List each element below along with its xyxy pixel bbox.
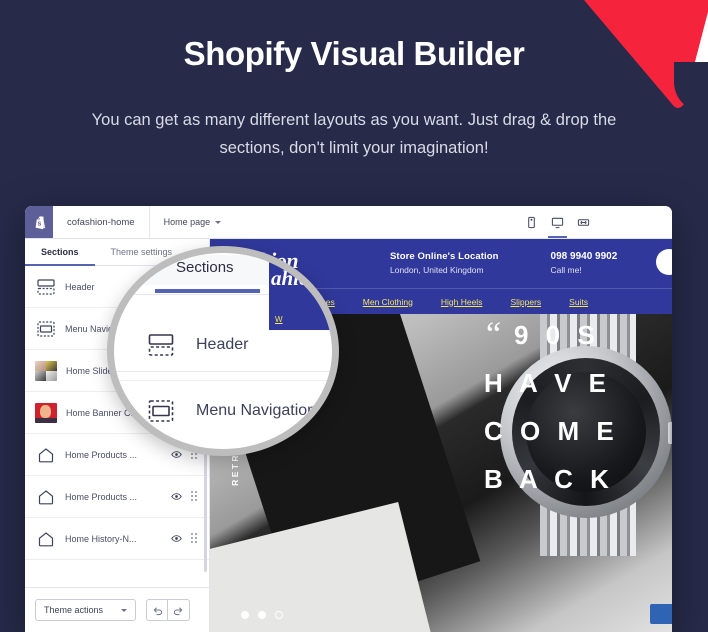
carousel-dot[interactable] [275,611,283,619]
magnifier-lens: Sections Th Header Menu Navigation ahion… [107,246,339,456]
header-block-icon [148,333,174,357]
page-selector[interactable]: Home page [150,206,236,238]
hero-line-4: B A C K [484,464,614,494]
store-phone-number: 098 9940 9902 [550,251,618,262]
undo-button[interactable] [146,599,169,621]
editor-topbar: S cofashion-home Home page [25,206,672,239]
shop-name[interactable]: cofashion-home [53,206,150,238]
theme-actions-label: Theme actions [44,605,104,615]
page-title: Shopify Visual Builder [183,35,525,72]
preview-action-button[interactable] [650,604,672,624]
hero-headline-group: “ 9 0 S H A V E C O M E B A C K [458,316,672,516]
nav-link-men-clothing[interactable]: Men Clothing [363,297,413,307]
store-location-title: Store Online's Location [390,251,499,262]
menu-block-icon [35,319,56,338]
store-location-block: Store Online's Location London, United K… [390,251,499,275]
menu-block-icon [148,399,174,423]
mobile-view-icon[interactable] [525,216,538,229]
magnifier-ring: Sections Th Header Menu Navigation ahion… [107,246,339,456]
nav-link-slippers[interactable]: Slippers [510,297,541,307]
hero-line-2: H A V E [484,368,611,398]
nav-link-suits[interactable]: Suits [569,297,588,307]
chevron-down-icon [215,220,222,224]
magnified-store-logo: ahion [271,266,322,290]
store-phone-caption: Call me! [550,265,582,275]
home-icon [35,529,56,548]
shopify-logo-icon[interactable]: S [25,206,53,238]
page-subtitle: You can get as many different layouts as… [91,110,617,158]
magnified-tab-sections[interactable]: Sections [176,259,234,276]
magnified-item-label: Header [196,336,249,353]
chevron-down-icon [121,608,128,612]
device-toggle-group [525,206,590,239]
section-label: Home Products ... [65,491,138,502]
visibility-eye-icon[interactable] [171,491,182,502]
magnified-item-label: Menu Navigation [196,402,317,419]
magnified-divider [114,371,332,372]
store-location-value: London, United Kingdom [390,265,484,275]
redo-button[interactable] [168,599,191,621]
list-item[interactable]: Home Products ... [25,476,209,518]
hero-line-3: C O M E [484,416,619,446]
magnified-nav-link: W [275,315,283,324]
visibility-eye-icon[interactable] [171,533,182,544]
tab-sections[interactable]: Sections [25,239,95,266]
thumbnail-grid [35,360,57,381]
desktop-view-icon[interactable] [548,216,567,238]
account-avatar[interactable] [656,249,672,275]
section-label: Home History-N... [65,533,137,544]
hero-line-1: 9 0 S [514,320,600,350]
theme-actions-button[interactable]: Theme actions [35,599,137,621]
magnified-tab-underline [155,289,260,293]
header-block-icon [35,277,56,296]
carousel-dot[interactable] [241,611,249,619]
drag-handle-icon[interactable] [191,533,199,544]
store-phone-block: 098 9940 9902 Call me! [551,251,618,275]
fullwidth-view-icon[interactable] [577,216,590,229]
magnified-item-menu-navigation[interactable]: Menu Navigation [114,385,332,437]
thumbnail-photo [35,402,57,423]
magnified-divider [114,380,332,381]
sidebar-bottombar: Theme actions [25,587,209,632]
home-icon [35,445,56,464]
svg-text:S: S [37,221,41,227]
nav-link-high-heels[interactable]: High Heels [441,297,483,307]
hero-quote-mark: “ [486,316,502,353]
drag-handle-icon[interactable] [191,491,199,502]
list-item[interactable]: Home History-N... [25,518,209,560]
home-icon [35,487,56,506]
hero-section: Shopify Visual Builder You can get as ma… [0,0,708,163]
page-selector-label: Home page [163,217,211,227]
undo-redo-group [146,599,191,621]
carousel-dots [241,611,283,619]
magnified-store-corner: ahion W [269,253,332,330]
carousel-dot[interactable] [258,611,266,619]
